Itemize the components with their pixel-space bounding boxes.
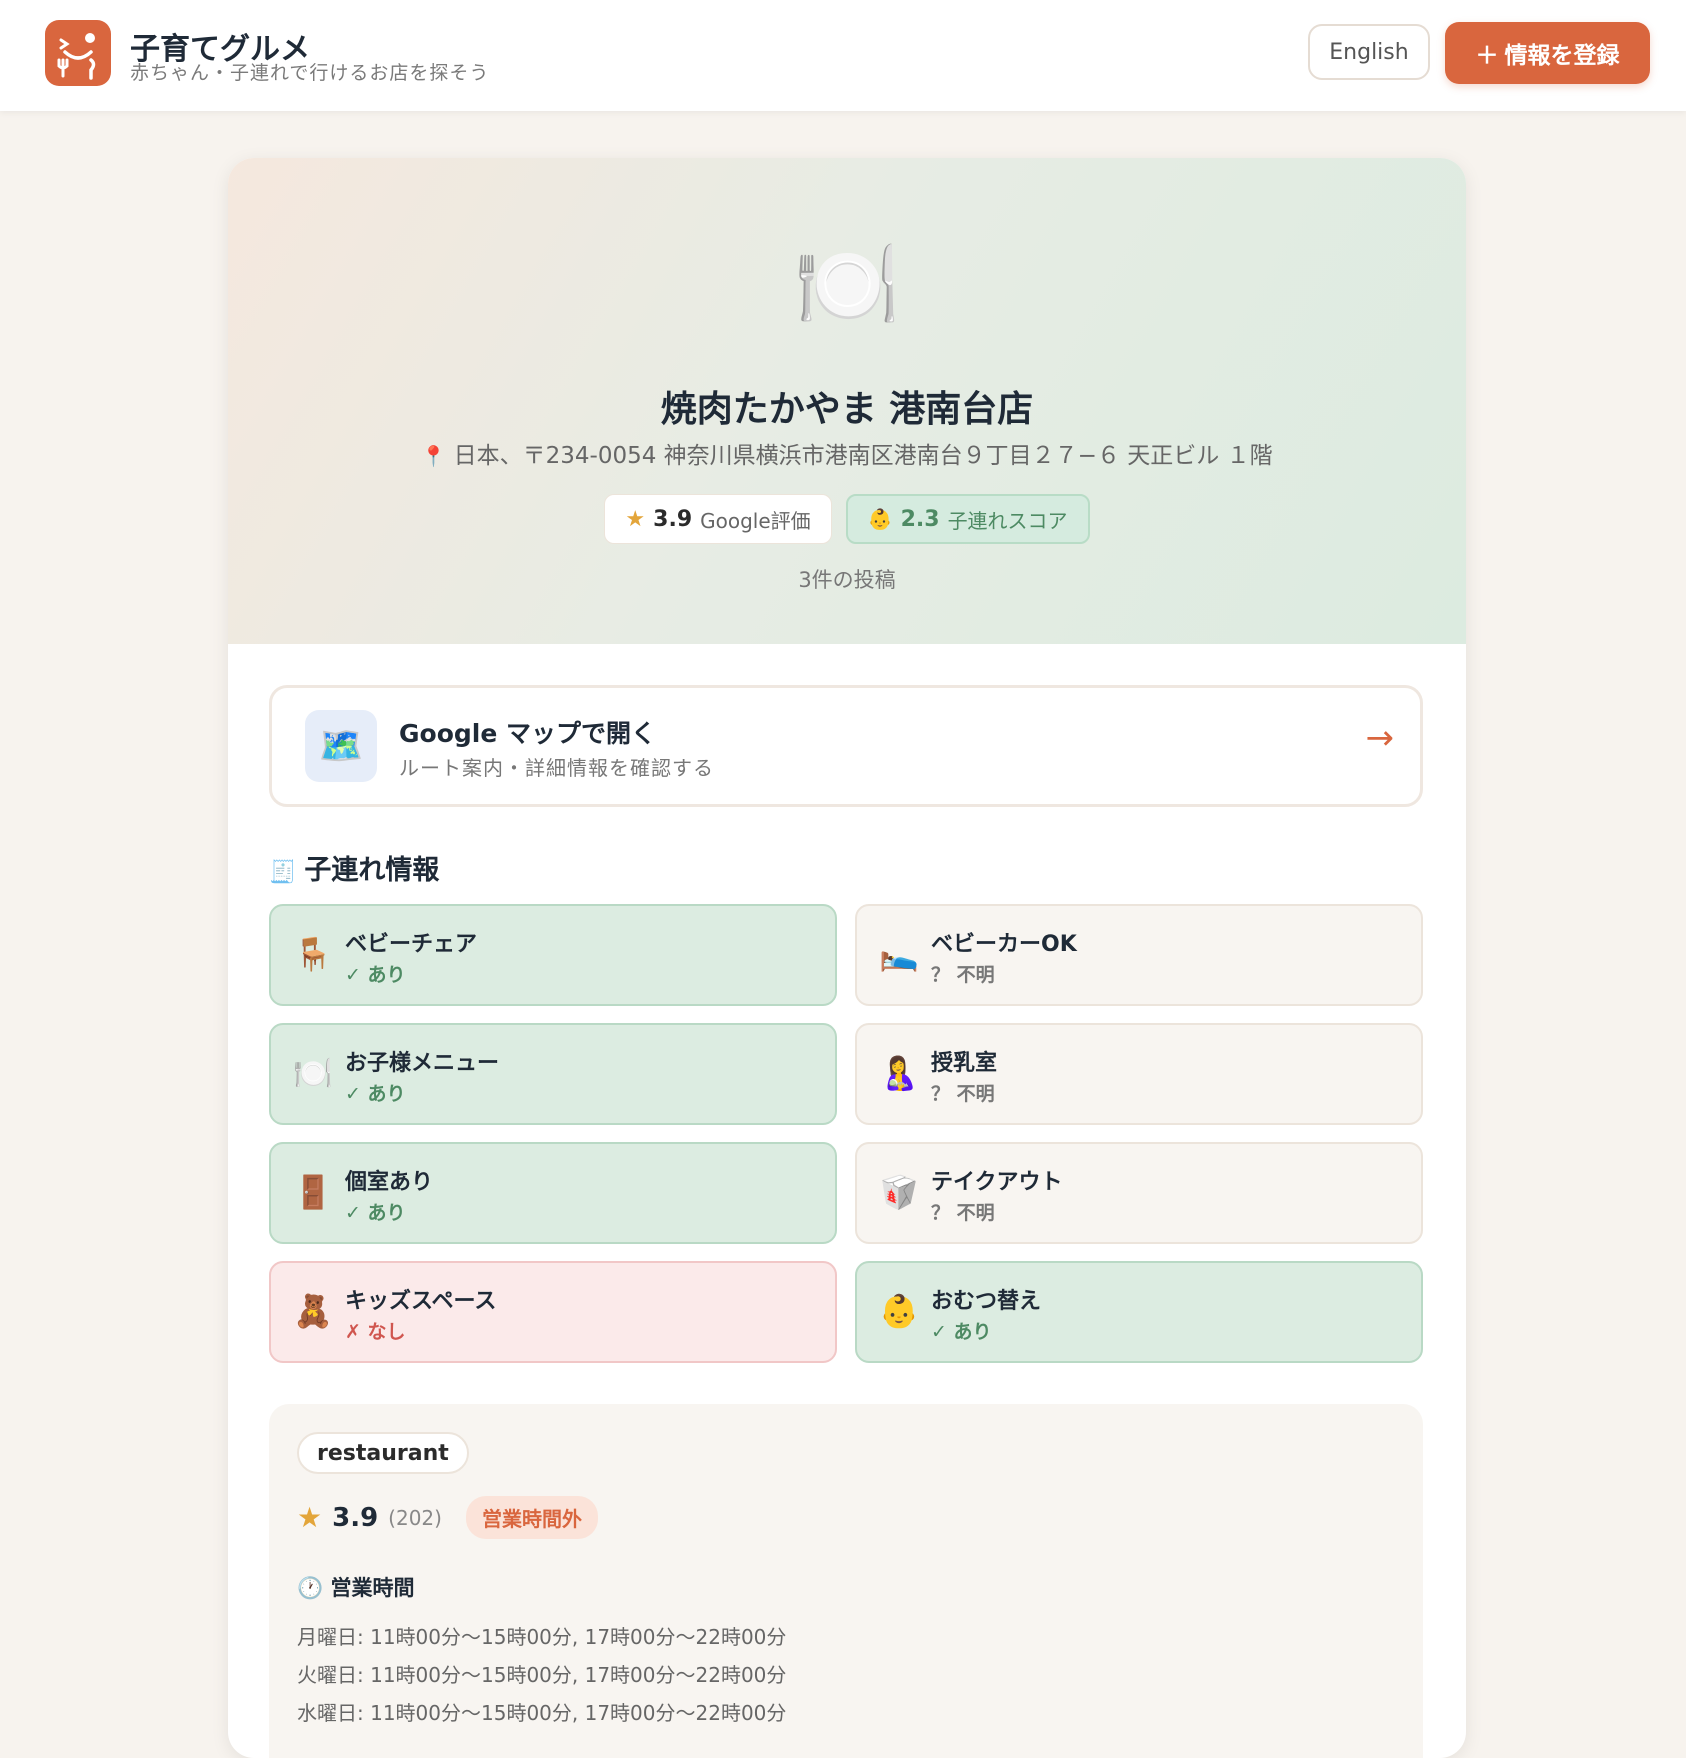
kid-feature-status: ？ 不明 <box>931 1202 995 1224</box>
kid-feature-item: 🚪 個室あり ✓ あり <box>269 1142 837 1244</box>
plus-icon: ＋ <box>1475 43 1499 69</box>
hours-line-tuesday: 火曜日: 11時00分～15時00分, 17時00分～22時00分 <box>297 1663 787 1687</box>
bed-icon: 🛌 <box>879 935 919 973</box>
kid-feature-item: 🤱 授乳室 ？ 不明 <box>855 1023 1423 1125</box>
kid-feature-label: ベビーチェア <box>345 932 478 957</box>
kid-feature-item: 👶 おむつ替え ✓ あり <box>855 1261 1423 1363</box>
place-info-panel: restaurant ★ 3.9 (202) 営業時間外 🕐 営業時間 月曜日:… <box>269 1404 1423 1758</box>
kid-feature-item: 🍽️ お子様メニュー ✓ あり <box>269 1023 837 1125</box>
shop-address-text: 日本、〒234-0054 神奈川県横浜市港南区港南台９丁目２７−６ 天正ビル １… <box>453 443 1273 469</box>
hours-line-monday: 月曜日: 11時00分～15時00分, 17時00分～22時00分 <box>297 1625 787 1649</box>
category-tag: restaurant <box>297 1432 469 1474</box>
kid-feature-label: おむつ替え <box>931 1289 1042 1314</box>
plate-fork-knife-icon: 🍽️ <box>793 235 901 335</box>
teddy-bear-icon: 🧸 <box>293 1292 333 1330</box>
kid-feature-item: 🧸 キッズスペース ✗ なし <box>269 1261 837 1363</box>
shop-name: 焼肉たかやま 港南台店 <box>660 389 1034 430</box>
map-link-title: Google マップで開く <box>399 719 656 748</box>
open-status-badge: 営業時間外 <box>465 1496 598 1539</box>
shop-detail-card: 🍽️ 焼肉たかやま 港南台店 📍 日本、〒234-0054 神奈川県横浜市港南区… <box>228 158 1466 1758</box>
app-header: 子育てグルメ 赤ちゃん・子連れで行けるお店を探そう English ＋ 情報を登… <box>0 0 1686 111</box>
location-pin-icon: 📍 <box>421 444 447 468</box>
kid-feature-item: 🪑 ベビーチェア ✓ あり <box>269 904 837 1006</box>
map-link-subtitle: ルート案内・詳細情報を確認する <box>399 756 714 780</box>
plate-icon: 🍽️ <box>293 1054 333 1092</box>
google-rating-label: Google評価 <box>700 508 811 533</box>
kid-feature-label: お子様メニュー <box>345 1051 500 1076</box>
kid-feature-label: テイクアウト <box>931 1170 1063 1195</box>
arrow-right-icon: → <box>1365 718 1395 758</box>
kid-feature-status: ✓ あり <box>345 1202 406 1224</box>
kid-feature-status: ？ 不明 <box>931 964 995 986</box>
shop-address: 📍 日本、〒234-0054 神奈川県横浜市港南区港南台９丁目２７−６ 天正ビル… <box>228 436 1466 470</box>
kid-score-badge: 👶 2.3 子連れスコア <box>845 494 1090 544</box>
kid-feature-status: ？ 不明 <box>931 1083 995 1105</box>
register-info-button[interactable]: ＋ 情報を登録 <box>1445 22 1650 84</box>
door-icon: 🚪 <box>293 1173 333 1211</box>
google-rating-value: 3.9 <box>653 506 693 532</box>
kid-score-label: 子連れスコア <box>947 508 1068 533</box>
post-count: 3件の投稿 <box>798 568 896 592</box>
map-icon: 🗺️ <box>305 710 377 782</box>
shop-hero: 🍽️ 焼肉たかやま 港南台店 📍 日本、〒234-0054 神奈川県横浜市港南区… <box>228 158 1466 644</box>
open-google-maps-link[interactable]: 🗺️ Google マップで開く ルート案内・詳細情報を確認する → <box>269 685 1423 807</box>
kid-feature-status: ✓ あり <box>345 964 406 986</box>
kid-score-value: 2.3 <box>900 506 940 532</box>
kid-feature-label: 授乳室 <box>931 1051 998 1076</box>
baby-face-icon: 👶 <box>867 507 893 531</box>
kid-feature-label: キッズスペース <box>345 1289 497 1314</box>
kid-info-section-title: 🧾 子連れ情報 <box>269 848 439 887</box>
app-logo-icon[interactable] <box>45 20 111 86</box>
chair-icon: 🪑 <box>293 935 333 973</box>
kid-feature-item: 🥡 テイクアウト ？ 不明 <box>855 1142 1423 1244</box>
google-rating-badge: ★ 3.9 Google評価 <box>604 494 832 544</box>
kid-feature-status: ✗ なし <box>345 1321 406 1343</box>
review-count: (202) <box>388 1505 442 1530</box>
kid-feature-label: 個室あり <box>345 1170 434 1195</box>
hours-title-label: 営業時間 <box>330 1576 415 1600</box>
hours-list: 月曜日: 11時00分～15時00分, 17時00分～22時00分 火曜日: 1… <box>297 1618 786 1732</box>
kid-info-section-label: 子連れ情報 <box>304 855 440 886</box>
baby-icon: 👶 <box>879 1292 919 1330</box>
kid-feature-status: ✓ あり <box>931 1321 992 1343</box>
language-toggle-button[interactable]: English <box>1308 24 1430 80</box>
kid-feature-status: ✓ あり <box>345 1083 406 1105</box>
star-icon: ★ <box>297 1501 323 1534</box>
hours-title: 🕐 営業時間 <box>297 1572 414 1602</box>
brand-tagline: 赤ちゃん・子連れで行けるお店を探そう <box>130 62 490 84</box>
takeout-box-icon: 🥡 <box>879 1173 919 1211</box>
hours-line-wednesday: 水曜日: 11時00分～15時00分, 17時00分～22時00分 <box>297 1701 787 1725</box>
rating-badges: ★ 3.9 Google評価 👶 2.3 子連れスコア <box>228 494 1466 544</box>
place-rating-row: ★ 3.9 (202) 営業時間外 <box>297 1496 598 1539</box>
star-icon: ★ <box>625 506 646 532</box>
nursing-icon: 🤱 <box>879 1054 919 1092</box>
register-info-label: 情報を登録 <box>1504 43 1620 69</box>
kid-feature-item: 🛌 ベビーカーOK ？ 不明 <box>855 904 1423 1006</box>
place-rating-value: 3.9 <box>332 1502 379 1533</box>
kid-feature-label: ベビーカーOK <box>931 932 1077 957</box>
receipt-icon: 🧾 <box>269 860 297 885</box>
clock-icon: 🕐 <box>297 1576 324 1600</box>
